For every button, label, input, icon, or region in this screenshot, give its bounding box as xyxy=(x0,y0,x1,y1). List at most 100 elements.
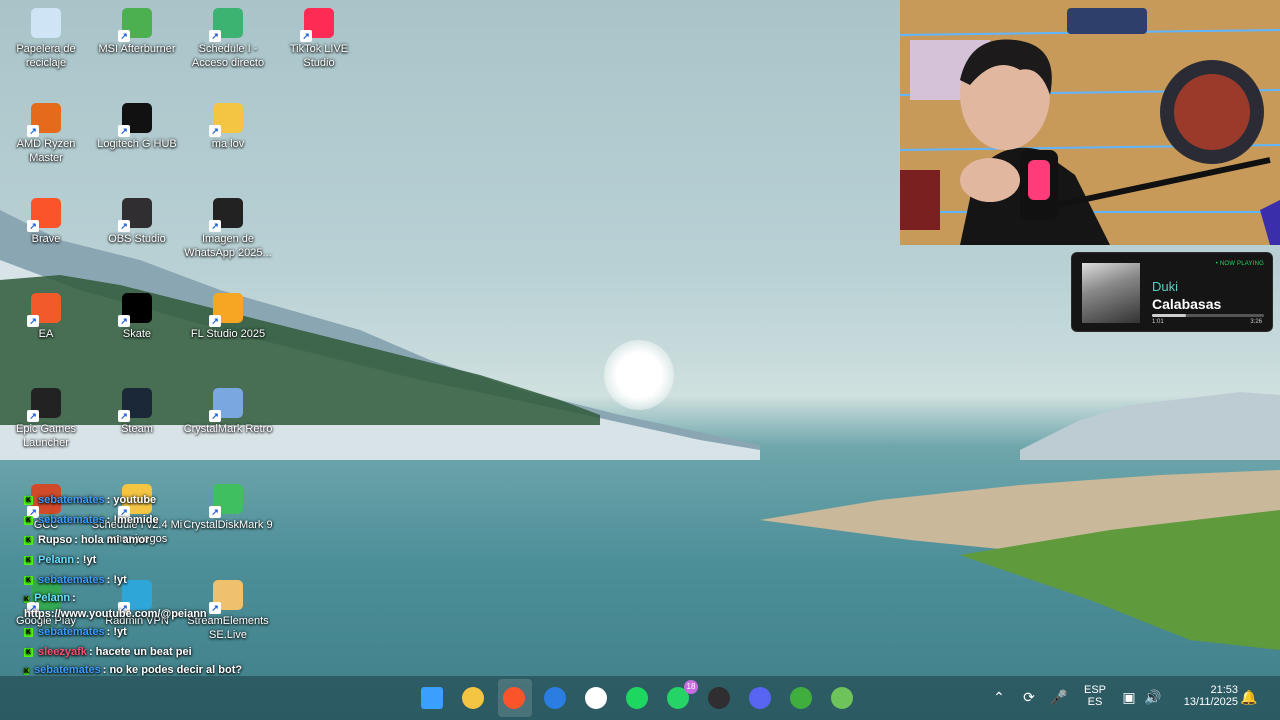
chat-text: : hacete un beat pei xyxy=(88,646,192,658)
shortcut-arrow-icon: ↗ xyxy=(209,315,221,327)
shortcut-arrow-icon: ↗ xyxy=(118,30,130,42)
file-explorer-icon-glyph xyxy=(462,687,484,709)
kick-icon: K xyxy=(24,596,30,603)
desktop-icon[interactable]: ↗ CrystalMark Retro xyxy=(182,388,274,436)
chat-message: K Rupso: hola mi amor xyxy=(24,530,244,550)
kick-icon: K xyxy=(24,515,33,525)
shortcut-arrow-icon: ↗ xyxy=(118,315,130,327)
minecraft-launcher-icon[interactable] xyxy=(828,684,856,712)
chat-username: sebatemates xyxy=(38,626,105,638)
chat-message: K Pelann: https://www.youtube.com/@peiann xyxy=(24,590,244,622)
desktop-icon[interactable]: ↗ AMD Ryzen Master xyxy=(0,103,92,165)
microphone-icon[interactable]: 🎤 xyxy=(1050,688,1068,706)
language-bottom: ES xyxy=(1087,696,1103,708)
chatgpt-icon-glyph xyxy=(585,687,607,709)
ea-icon: ↗ xyxy=(27,293,61,327)
now-playing-progress-fill xyxy=(1152,314,1186,317)
shortcut-arrow-icon: ↗ xyxy=(209,125,221,137)
shortcut-arrow-icon: ↗ xyxy=(27,315,39,327)
clock[interactable]: 21:53 13/11/2025 xyxy=(1170,684,1238,708)
chat-text: : youtube xyxy=(106,494,157,506)
now-playing-badge: • NOW PLAYING xyxy=(1215,261,1264,267)
windows-start-icon[interactable] xyxy=(418,684,446,712)
chatgpt-icon[interactable] xyxy=(582,684,610,712)
minecraft-icon[interactable] xyxy=(787,684,815,712)
desktop-icon-label: Imagen de WhatsApp 2025... xyxy=(184,233,272,259)
desktop-icon-label: Schedule I - Acceso directo xyxy=(191,43,265,69)
desktop-icon[interactable]: ↗ TikTok LIVE Studio xyxy=(273,8,365,70)
minecraft-launcher-icon-glyph xyxy=(831,687,853,709)
desktop-icon[interactable]: ↗ ma lov xyxy=(182,103,274,151)
chat-text: : !yt xyxy=(106,626,127,638)
discord-icon[interactable] xyxy=(746,684,774,712)
desktop-icon-label: Papelera de reciclaje xyxy=(16,43,76,69)
language-indicator[interactable]: ESP ES xyxy=(1080,684,1110,708)
recycle-bin-icon xyxy=(31,8,61,38)
chat-text: : !yt xyxy=(106,574,127,586)
crystalmark-icon: ↗ xyxy=(209,388,243,422)
chat-message: Ksebatemates: !yt xyxy=(24,570,244,590)
desktop-icon[interactable]: ↗ Schedule I - Acceso directo xyxy=(182,8,274,70)
notification-icon[interactable]: 🔔 xyxy=(1240,688,1258,706)
clock-date: 13/11/2025 xyxy=(1183,696,1238,708)
shortcut-arrow-icon: ↗ xyxy=(209,410,221,422)
kick-icon: K xyxy=(24,647,33,657)
kick-icon: K xyxy=(24,668,30,675)
sync-icon[interactable]: ⟳ xyxy=(1020,688,1038,706)
obs-taskbar-icon[interactable] xyxy=(705,684,733,712)
shortcut-arrow-icon: ↗ xyxy=(118,125,130,137)
brave-taskbar-icon[interactable] xyxy=(500,684,528,712)
discord-icon-glyph xyxy=(749,687,771,709)
kick-icon: K xyxy=(24,555,33,565)
notification-badge: 18 xyxy=(684,680,698,694)
amd-ryzen-icon: ↗ xyxy=(27,103,61,137)
chat-message: Ksleezyafk: hacete un beat pei xyxy=(24,642,244,662)
chat-text: : !yt xyxy=(76,554,97,566)
chevron-up-icon[interactable]: ⌃ xyxy=(990,688,1008,706)
file-explorer-icon[interactable] xyxy=(459,684,487,712)
chat-username: sebatemates xyxy=(38,494,105,506)
chat-username: sebatemates xyxy=(34,664,101,676)
desktop-icon[interactable]: ↗ Brave xyxy=(0,198,92,246)
shortcut-arrow-icon: ↗ xyxy=(27,125,39,137)
shortcut-arrow-icon: ↗ xyxy=(209,30,221,42)
image-file-icon: ↗ xyxy=(209,198,243,232)
desktop-icon-label: AMD Ryzen Master xyxy=(16,138,76,164)
desktop-icon-label: OBS Studio xyxy=(108,233,166,245)
network-icon[interactable]: ▣ xyxy=(1120,688,1138,706)
desktop-icon[interactable]: ↗ EA xyxy=(0,293,92,341)
folder-icon: ↗ xyxy=(209,103,243,137)
desktop-icon[interactable]: ↗ MSI Afterburner xyxy=(91,8,183,56)
grassland xyxy=(760,470,1280,650)
desktop-icon[interactable]: ↗ Steam xyxy=(91,388,183,436)
shortcut-arrow-icon: ↗ xyxy=(209,220,221,232)
now-playing-duration: 3:26 xyxy=(1250,319,1262,325)
desktop-icon[interactable]: ↗ OBS Studio xyxy=(91,198,183,246)
now-playing-widget: • NOW PLAYING Duki Calabasas 1:01 3:26 xyxy=(1071,252,1273,332)
desktop-icon[interactable]: ↗ FL Studio 2025 xyxy=(182,293,274,341)
desktop-icon[interactable]: ↗ Imagen de WhatsApp 2025... xyxy=(182,198,274,260)
obs-icon: ↗ xyxy=(118,198,152,232)
chat-message: K Pelann: !yt xyxy=(24,550,244,570)
volume-icon[interactable]: 🔊 xyxy=(1144,688,1162,706)
desktop-icon[interactable]: ↗ Skate xyxy=(91,293,183,341)
chat-username: sebatemates xyxy=(38,574,105,586)
webcam-scene xyxy=(900,0,1280,245)
chat-username: sleezyafk xyxy=(38,646,87,658)
whatsapp-icon[interactable]: 18 xyxy=(664,680,698,712)
desktop-icon[interactable]: Papelera de reciclaje xyxy=(0,8,92,70)
shortcut-arrow-icon: ↗ xyxy=(118,220,130,232)
steam-icon: ↗ xyxy=(118,388,152,422)
shortcut-arrow-icon: ↗ xyxy=(27,410,39,422)
desktop-icon[interactable]: ↗ Epic Games Launcher xyxy=(0,388,92,450)
microsoft-store-icon[interactable] xyxy=(541,684,569,712)
desktop-icon-label: Skate xyxy=(122,328,152,340)
desktop-icon[interactable]: ↗ Logitech G HUB xyxy=(91,103,183,151)
desktop-icon-label: MSI Afterburner xyxy=(98,43,176,55)
now-playing-track: Calabasas xyxy=(1152,296,1222,312)
desktop-icon-label: Brave xyxy=(31,233,61,245)
chat-username: Rupso xyxy=(38,534,73,546)
spotify-icon[interactable] xyxy=(623,684,651,712)
now-playing-elapsed: 1:01 xyxy=(1152,319,1164,325)
clock-time: 21:53 xyxy=(1210,684,1238,696)
